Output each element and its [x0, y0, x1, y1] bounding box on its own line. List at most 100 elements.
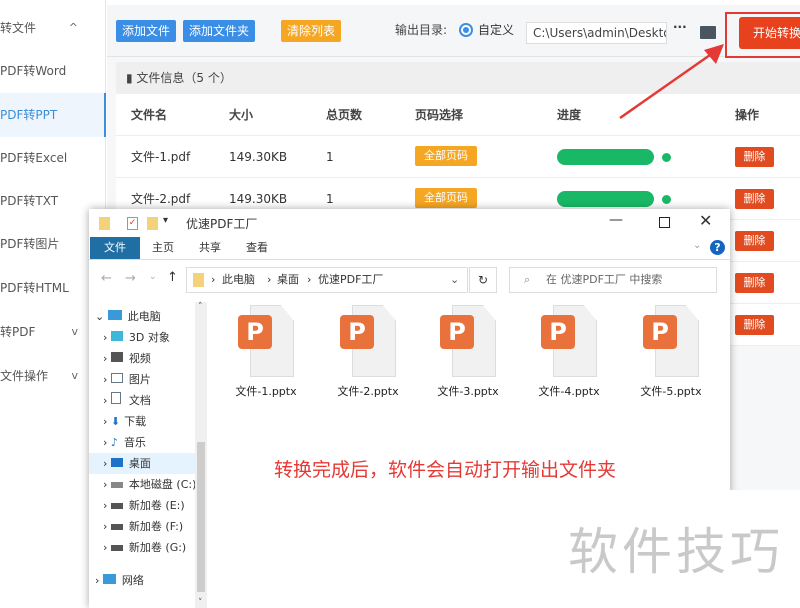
clear-list-button[interactable]: 清除列表: [281, 20, 342, 42]
delete-button[interactable]: 删除: [735, 189, 774, 209]
quick-access-dropdown-icon[interactable]: ▾: [163, 215, 168, 226]
page-select-button[interactable]: 全部页码: [415, 146, 477, 166]
refresh-icon[interactable]: ↻: [469, 267, 497, 293]
folder-icon[interactable]: [700, 26, 716, 39]
output-dir-label: 输出目录:: [395, 23, 448, 37]
watermark: 软件技巧: [568, 523, 784, 581]
tab-view[interactable]: 查看: [246, 237, 268, 259]
ribbon-tabs: 文件 主页 共享 查看 ⌄ ?: [89, 237, 730, 260]
col-action: 操作: [735, 108, 760, 122]
address-dropdown-icon[interactable]: ⌄: [450, 268, 459, 292]
breadcrumb-item[interactable]: 桌面: [277, 268, 299, 292]
file-item[interactable]: P 文件-4.pptx: [534, 305, 604, 399]
nav-network[interactable]: › 网络: [95, 570, 201, 591]
file-item[interactable]: P 文件-5.pptx: [636, 305, 706, 399]
nav-label: 桌面: [128, 457, 151, 470]
picture-icon: [110, 373, 123, 383]
browse-button[interactable]: ···: [673, 20, 687, 34]
expand-ribbon-icon[interactable]: ⌄: [693, 240, 701, 251]
file-info-count: 文件信息（5 个）: [136, 71, 232, 85]
maximize-icon[interactable]: [659, 217, 670, 228]
nav-label: 新加卷 (E:): [128, 499, 185, 512]
col-name: 文件名: [131, 108, 168, 122]
address-bar[interactable]: › 此电脑 › 桌面 › 优速PDF工厂 ⌄: [186, 267, 468, 293]
pptx-file-icon: P: [440, 305, 496, 377]
nav-drive-g[interactable]: › 新加卷 (G:): [103, 537, 195, 558]
sidebar-item-label: PDF转Excel: [0, 151, 68, 165]
pptx-file-icon: P: [238, 305, 294, 377]
col-progress: 进度: [557, 108, 582, 122]
nav-this-pc[interactable]: ⌄ 此电脑: [95, 306, 201, 327]
delete-button[interactable]: 删除: [735, 147, 774, 167]
nav-label: 网络: [121, 574, 144, 587]
start-convert-button[interactable]: 开始转换: [739, 17, 800, 49]
recent-dropdown-icon[interactable]: ⌄: [149, 272, 157, 282]
expand-icon: ⌄: [95, 310, 108, 323]
sidebar-item-label: PDF转Word: [0, 64, 67, 78]
file-item[interactable]: P 文件-3.pptx: [433, 305, 503, 399]
nav-documents[interactable]: › 文档: [103, 390, 209, 411]
forward-icon[interactable]: →: [125, 271, 136, 286]
breadcrumb-item[interactable]: 优速PDF工厂: [318, 268, 383, 292]
table-row: 文件-1.pdf 149.30KB 1 全部页码 删除: [116, 136, 800, 178]
delete-button[interactable]: 删除: [735, 315, 774, 335]
page-select-button[interactable]: 全部页码: [415, 188, 477, 208]
nav-label: 视频: [128, 352, 151, 365]
breadcrumb-item[interactable]: 此电脑: [222, 268, 255, 292]
nav-label: 3D 对象: [128, 331, 170, 344]
drive-icon: [110, 503, 123, 509]
col-pages: 总页数: [326, 108, 363, 122]
file-name: 文件-2.pptx: [337, 385, 399, 398]
download-icon: ⬇: [110, 415, 121, 428]
back-icon[interactable]: ←: [101, 271, 112, 286]
nav-drive-c[interactable]: › 本地磁盘 (C:): [103, 474, 195, 495]
file-icon: ▮: [126, 71, 137, 85]
progress-bar: [557, 191, 654, 207]
tab-share[interactable]: 共享: [199, 237, 221, 259]
chevron-up-icon: ^: [68, 21, 78, 34]
nav-3d-objects[interactable]: › 3D 对象: [103, 327, 209, 348]
file-name: 文件-3.pptx: [437, 385, 499, 398]
nav-label: 新加卷 (G:): [128, 541, 187, 554]
sidebar-item-label: PDF转TXT: [0, 194, 59, 208]
sidebar-item-pdf-excel[interactable]: PDF转Excel: [0, 136, 106, 180]
window-title: 优速PDF工厂: [186, 217, 258, 231]
nav-desktop[interactable]: › 桌面: [89, 453, 195, 474]
col-page-select: 页码选择: [415, 108, 464, 122]
tab-file[interactable]: 文件: [90, 237, 140, 259]
nav-drive-f[interactable]: › 新加卷 (F:): [103, 516, 195, 537]
nav-pictures[interactable]: › 图片: [103, 369, 209, 390]
custom-radio[interactable]: [459, 23, 473, 37]
file-item[interactable]: P 文件-2.pptx: [333, 305, 403, 399]
scroll-down-icon[interactable]: ˅: [198, 598, 203, 608]
tab-home[interactable]: 主页: [152, 237, 174, 259]
search-icon: ⌕: [524, 273, 531, 286]
nav-music[interactable]: › ♪ 音乐: [103, 432, 209, 453]
sidebar-group-convert-file[interactable]: 转文件 ^: [0, 6, 106, 50]
file-name: 文件-1.pdf: [131, 150, 191, 164]
close-icon[interactable]: ✕: [699, 211, 712, 230]
file-item[interactable]: P 文件-1.pptx: [231, 305, 301, 399]
nav-label: 音乐: [123, 436, 146, 449]
nav-drive-e[interactable]: › 新加卷 (E:): [103, 495, 195, 516]
nav-downloads[interactable]: › ⬇ 下载: [103, 411, 209, 432]
chevron-right-icon: ›: [307, 273, 312, 286]
sidebar-item-pdf-ppt[interactable]: PDF转PPT: [0, 93, 106, 137]
delete-button[interactable]: 删除: [735, 231, 774, 251]
sidebar-item-label: PDF转PPT: [0, 108, 58, 122]
minimize-icon[interactable]: —: [609, 212, 623, 228]
add-file-button[interactable]: 添加文件: [116, 20, 177, 42]
check-icon: [662, 195, 671, 204]
help-icon[interactable]: ?: [710, 240, 725, 255]
search-input[interactable]: ⌕ 在 优速PDF工厂 中搜索: [509, 267, 717, 293]
up-icon[interactable]: ↑: [167, 270, 178, 285]
nav-videos[interactable]: › 视频: [103, 348, 209, 369]
new-folder-icon[interactable]: [147, 217, 158, 230]
properties-icon[interactable]: ✓: [127, 217, 138, 230]
delete-button[interactable]: 删除: [735, 273, 774, 293]
desktop-icon: [110, 458, 123, 467]
sidebar-item-label: PDF转图片: [0, 237, 60, 251]
sidebar-item-pdf-word[interactable]: PDF转Word: [0, 49, 106, 93]
pptx-file-icon: P: [541, 305, 597, 377]
add-folder-button[interactable]: 添加文件夹: [183, 20, 256, 42]
